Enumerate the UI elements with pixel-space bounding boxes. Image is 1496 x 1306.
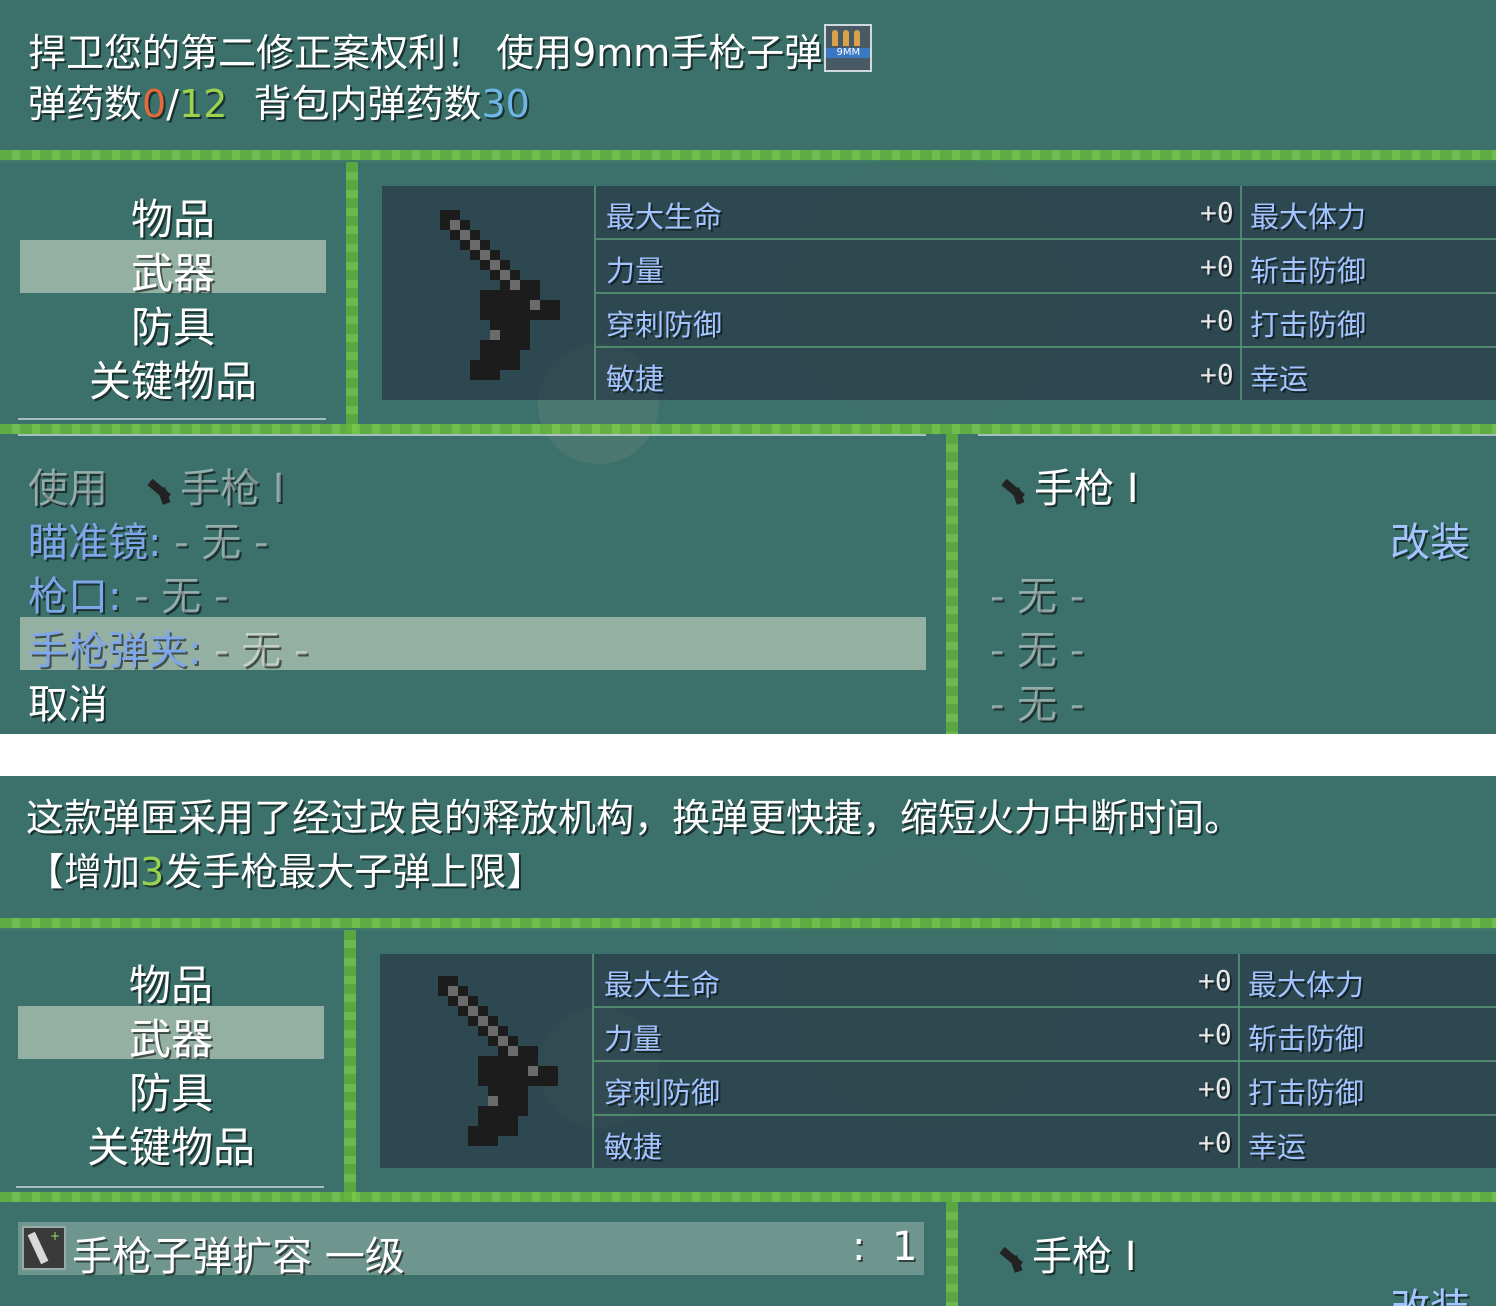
modify-button[interactable]: 改装 xyxy=(1390,510,1470,568)
window-divider xyxy=(946,434,958,734)
stat-label: 敏捷 xyxy=(606,362,665,396)
pistol-icon xyxy=(1000,472,1034,506)
stat-value: +0 xyxy=(1198,1072,1232,1105)
grass-strip xyxy=(0,424,1496,434)
stat-row xyxy=(594,1116,1496,1168)
grass-strip xyxy=(0,918,1496,928)
stat-label: 斩击防御 xyxy=(1250,254,1367,288)
category-item-weapons[interactable]: 武器 xyxy=(18,1006,324,1067)
stat-label: 幸运 xyxy=(1248,1130,1307,1164)
right-weapon-name: 手枪 I xyxy=(998,1224,1137,1282)
slot-magazine[interactable]: 手枪弹夹: - 无 - xyxy=(28,618,309,676)
slot-window-border xyxy=(18,434,926,436)
grass-strip xyxy=(0,1192,1496,1202)
modify-button[interactable]: 改装 xyxy=(1390,1276,1470,1306)
help-line-2: 弹药数0/12 背包内弹药数30 xyxy=(28,82,530,126)
pistol-icon xyxy=(998,1240,1032,1274)
stat-label: 打击防御 xyxy=(1248,1076,1365,1110)
stat-label: 最大生命 xyxy=(604,968,721,1002)
stat-label: 幸运 xyxy=(1250,362,1309,396)
magazine-icon: + xyxy=(22,1226,66,1270)
right-weapon-name: 手枪 I xyxy=(1000,456,1139,514)
stat-label: 最大体力 xyxy=(1250,200,1367,234)
stat-value: +0 xyxy=(1200,304,1234,337)
stat-value: +0 xyxy=(1198,1126,1232,1159)
pistol-icon xyxy=(146,472,180,506)
weapon-info-border xyxy=(978,434,1496,436)
stat-label: 最大体力 xyxy=(1248,968,1365,1002)
slot-scope[interactable]: 瞄准镜: - 无 - xyxy=(28,510,269,568)
window-divider xyxy=(344,930,356,1202)
item-count: 1 xyxy=(892,1224,918,1270)
slot-muzzle[interactable]: 枪口: - 无 - xyxy=(28,564,229,622)
mod-entry: - 无 - xyxy=(990,628,1085,674)
cancel-option[interactable]: 取消 xyxy=(28,672,108,730)
ammo-9mm-icon: 9MM xyxy=(824,24,873,72)
stat-label: 力量 xyxy=(604,1022,663,1056)
stat-label: 力量 xyxy=(606,254,665,288)
stat-value: +0 xyxy=(1198,964,1232,997)
item-description-line-2: 【增加3发手枪最大子弹上限】 xyxy=(26,850,545,894)
stat-value: +0 xyxy=(1198,1018,1232,1051)
stat-value: +0 xyxy=(1200,196,1234,229)
category-item[interactable]: 物品 xyxy=(20,186,326,247)
window-divider xyxy=(346,162,358,434)
pistol-icon xyxy=(440,210,560,380)
category-item-weapons[interactable]: 武器 xyxy=(20,240,326,301)
category-item[interactable]: 物品 xyxy=(18,952,324,1013)
stat-label: 斩击防御 xyxy=(1248,1022,1365,1056)
stat-label: 最大生命 xyxy=(606,200,723,234)
ammo-current: 0 xyxy=(142,82,167,126)
category-item[interactable]: 防具 xyxy=(20,294,326,355)
bottom-screen: 这款弹匣采用了经过改良的释放机构，换弹更快捷，缩短火力中断时间。 【增加3发手枪… xyxy=(0,776,1496,1306)
stat-label: 穿刺防御 xyxy=(606,308,723,342)
stat-row xyxy=(596,348,1496,400)
stat-value: +0 xyxy=(1200,358,1234,391)
bag-ammo-count: 30 xyxy=(481,82,530,126)
category-item[interactable]: 关键物品 xyxy=(20,348,326,409)
grass-strip xyxy=(0,150,1496,160)
mod-entry: - 无 - xyxy=(990,574,1085,620)
help-line-1: 捍卫您的第二修正案权利！ 使用9mm手枪子弹 9MM xyxy=(28,24,873,79)
stat-value: +0 xyxy=(1200,250,1234,283)
stat-label: 打击防御 xyxy=(1250,308,1367,342)
item-name[interactable]: 手枪子弹扩容 一级 xyxy=(72,1224,405,1282)
item-description-line-1: 这款弹匣采用了经过改良的释放机构，换弹更快捷，缩短火力中断时间。 xyxy=(26,796,1243,840)
ammo-max: 12 xyxy=(179,82,228,126)
top-screen: 捍卫您的第二修正案权利！ 使用9mm手枪子弹 9MM 弹药数0/12 背包内弹药… xyxy=(0,0,1496,734)
item-count-sep: : xyxy=(852,1224,866,1270)
category-window-border xyxy=(18,418,326,420)
mod-entry: - 无 - xyxy=(990,682,1085,728)
pistol-icon xyxy=(438,976,558,1146)
stat-label: 敏捷 xyxy=(604,1130,663,1164)
use-label: 使用 xyxy=(28,466,108,512)
stat-label: 穿刺防御 xyxy=(604,1076,721,1110)
category-window-border xyxy=(16,1186,324,1188)
slot-weapon-name: 手枪 I xyxy=(146,456,285,514)
category-item[interactable]: 关键物品 xyxy=(18,1114,324,1175)
window-divider xyxy=(946,1202,958,1306)
category-item[interactable]: 防具 xyxy=(18,1060,324,1121)
